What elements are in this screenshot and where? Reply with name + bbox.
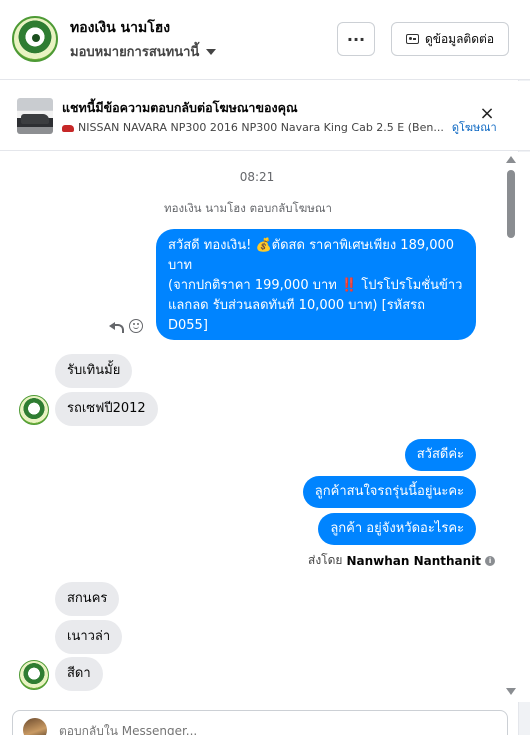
close-icon[interactable]: × (476, 103, 498, 125)
outgoing-message[interactable]: สวัสดีค่ะ (404, 439, 476, 471)
ad-reply-banner: แชทนี้มีข้อความตอบกลับต่อโฆษณาของคุณ NIS… (0, 81, 530, 151)
contact-name[interactable]: ทองเงิน นามโฮง (70, 17, 170, 39)
car-icon (62, 124, 74, 132)
scroll-up-arrow-icon[interactable] (506, 156, 516, 163)
ad-banner-subtitle: NISSAN NAVARA NP300 2016 NP300 Navara Ki… (62, 118, 497, 136)
contact-card-icon (405, 34, 419, 44)
incoming-message[interactable]: สกนคร (55, 582, 120, 616)
message-thread[interactable]: 08:21 ทองเงิน นามโฮง ตอบกลับโฆษณา สวัสดี… (0, 152, 530, 702)
reply-composer[interactable] (12, 710, 508, 735)
reply-input[interactable] (59, 724, 209, 735)
message-actions (109, 319, 143, 333)
ad-banner-title: แชทนี้มีข้อความตอบกลับต่อโฆษณาของคุณ (62, 100, 298, 115)
contact-avatar[interactable] (12, 16, 58, 62)
message-timestamp: 08:21 (239, 170, 275, 184)
outgoing-message[interactable]: ลูกค้า อยู่จังหวัดอะไรคะ (318, 513, 476, 545)
scroll-down-arrow-icon[interactable] (506, 688, 516, 695)
ad-name: NISSAN NAVARA NP300 2016 NP300 Navara Ki… (78, 120, 444, 134)
assign-conversation-dropdown[interactable]: มอบหมายการสนทนานี้ (70, 41, 217, 62)
sender-name: Nanwhan Nanthanit (346, 553, 482, 568)
scrollbar-thumb[interactable] (507, 170, 515, 238)
conversation-header: ทองเงิน นามโฮง มอบหมายการสนทนานี้ ··· ดู… (0, 0, 530, 80)
more-options-button[interactable]: ··· (337, 22, 375, 56)
contact-avatar-small[interactable] (19, 660, 49, 690)
outgoing-message[interactable]: ลูกค้าสนใจรถรุ่นนี้อยู่นะคะ (302, 476, 476, 508)
incoming-message[interactable]: รถเซฟปี2012 (55, 392, 158, 426)
incoming-message[interactable]: เนาวล่า (55, 620, 123, 654)
ad-reply-note: ทองเงิน นามโฮง ตอบกลับโฆษณา (164, 201, 332, 215)
caret-down-icon (206, 48, 217, 55)
page-avatar (23, 718, 47, 735)
view-contact-label: ดูข้อมูลติดต่อ (424, 31, 495, 46)
ad-thumbnail[interactable] (17, 98, 53, 134)
view-contact-info-button[interactable]: ดูข้อมูลติดต่อ (391, 22, 509, 56)
info-icon[interactable]: i (485, 555, 496, 566)
reply-icon[interactable] (109, 319, 124, 333)
smile-icon[interactable] (129, 319, 143, 333)
outgoing-ad-message[interactable]: สวัสดี ทองเงิน! 💰ตัดสด ราคาพิเศษเพียง 18… (156, 229, 476, 340)
contact-avatar-small[interactable] (19, 395, 49, 425)
incoming-message[interactable]: สีดา (55, 657, 103, 691)
sent-by-note: ส่งโดย Nanwhan Nanthanit i (308, 551, 496, 570)
assign-label: มอบหมายการสนทนานี้ (70, 45, 200, 60)
more-dots-icon: ··· (346, 29, 366, 49)
incoming-message[interactable]: รับเทินมั้ย (55, 354, 133, 388)
